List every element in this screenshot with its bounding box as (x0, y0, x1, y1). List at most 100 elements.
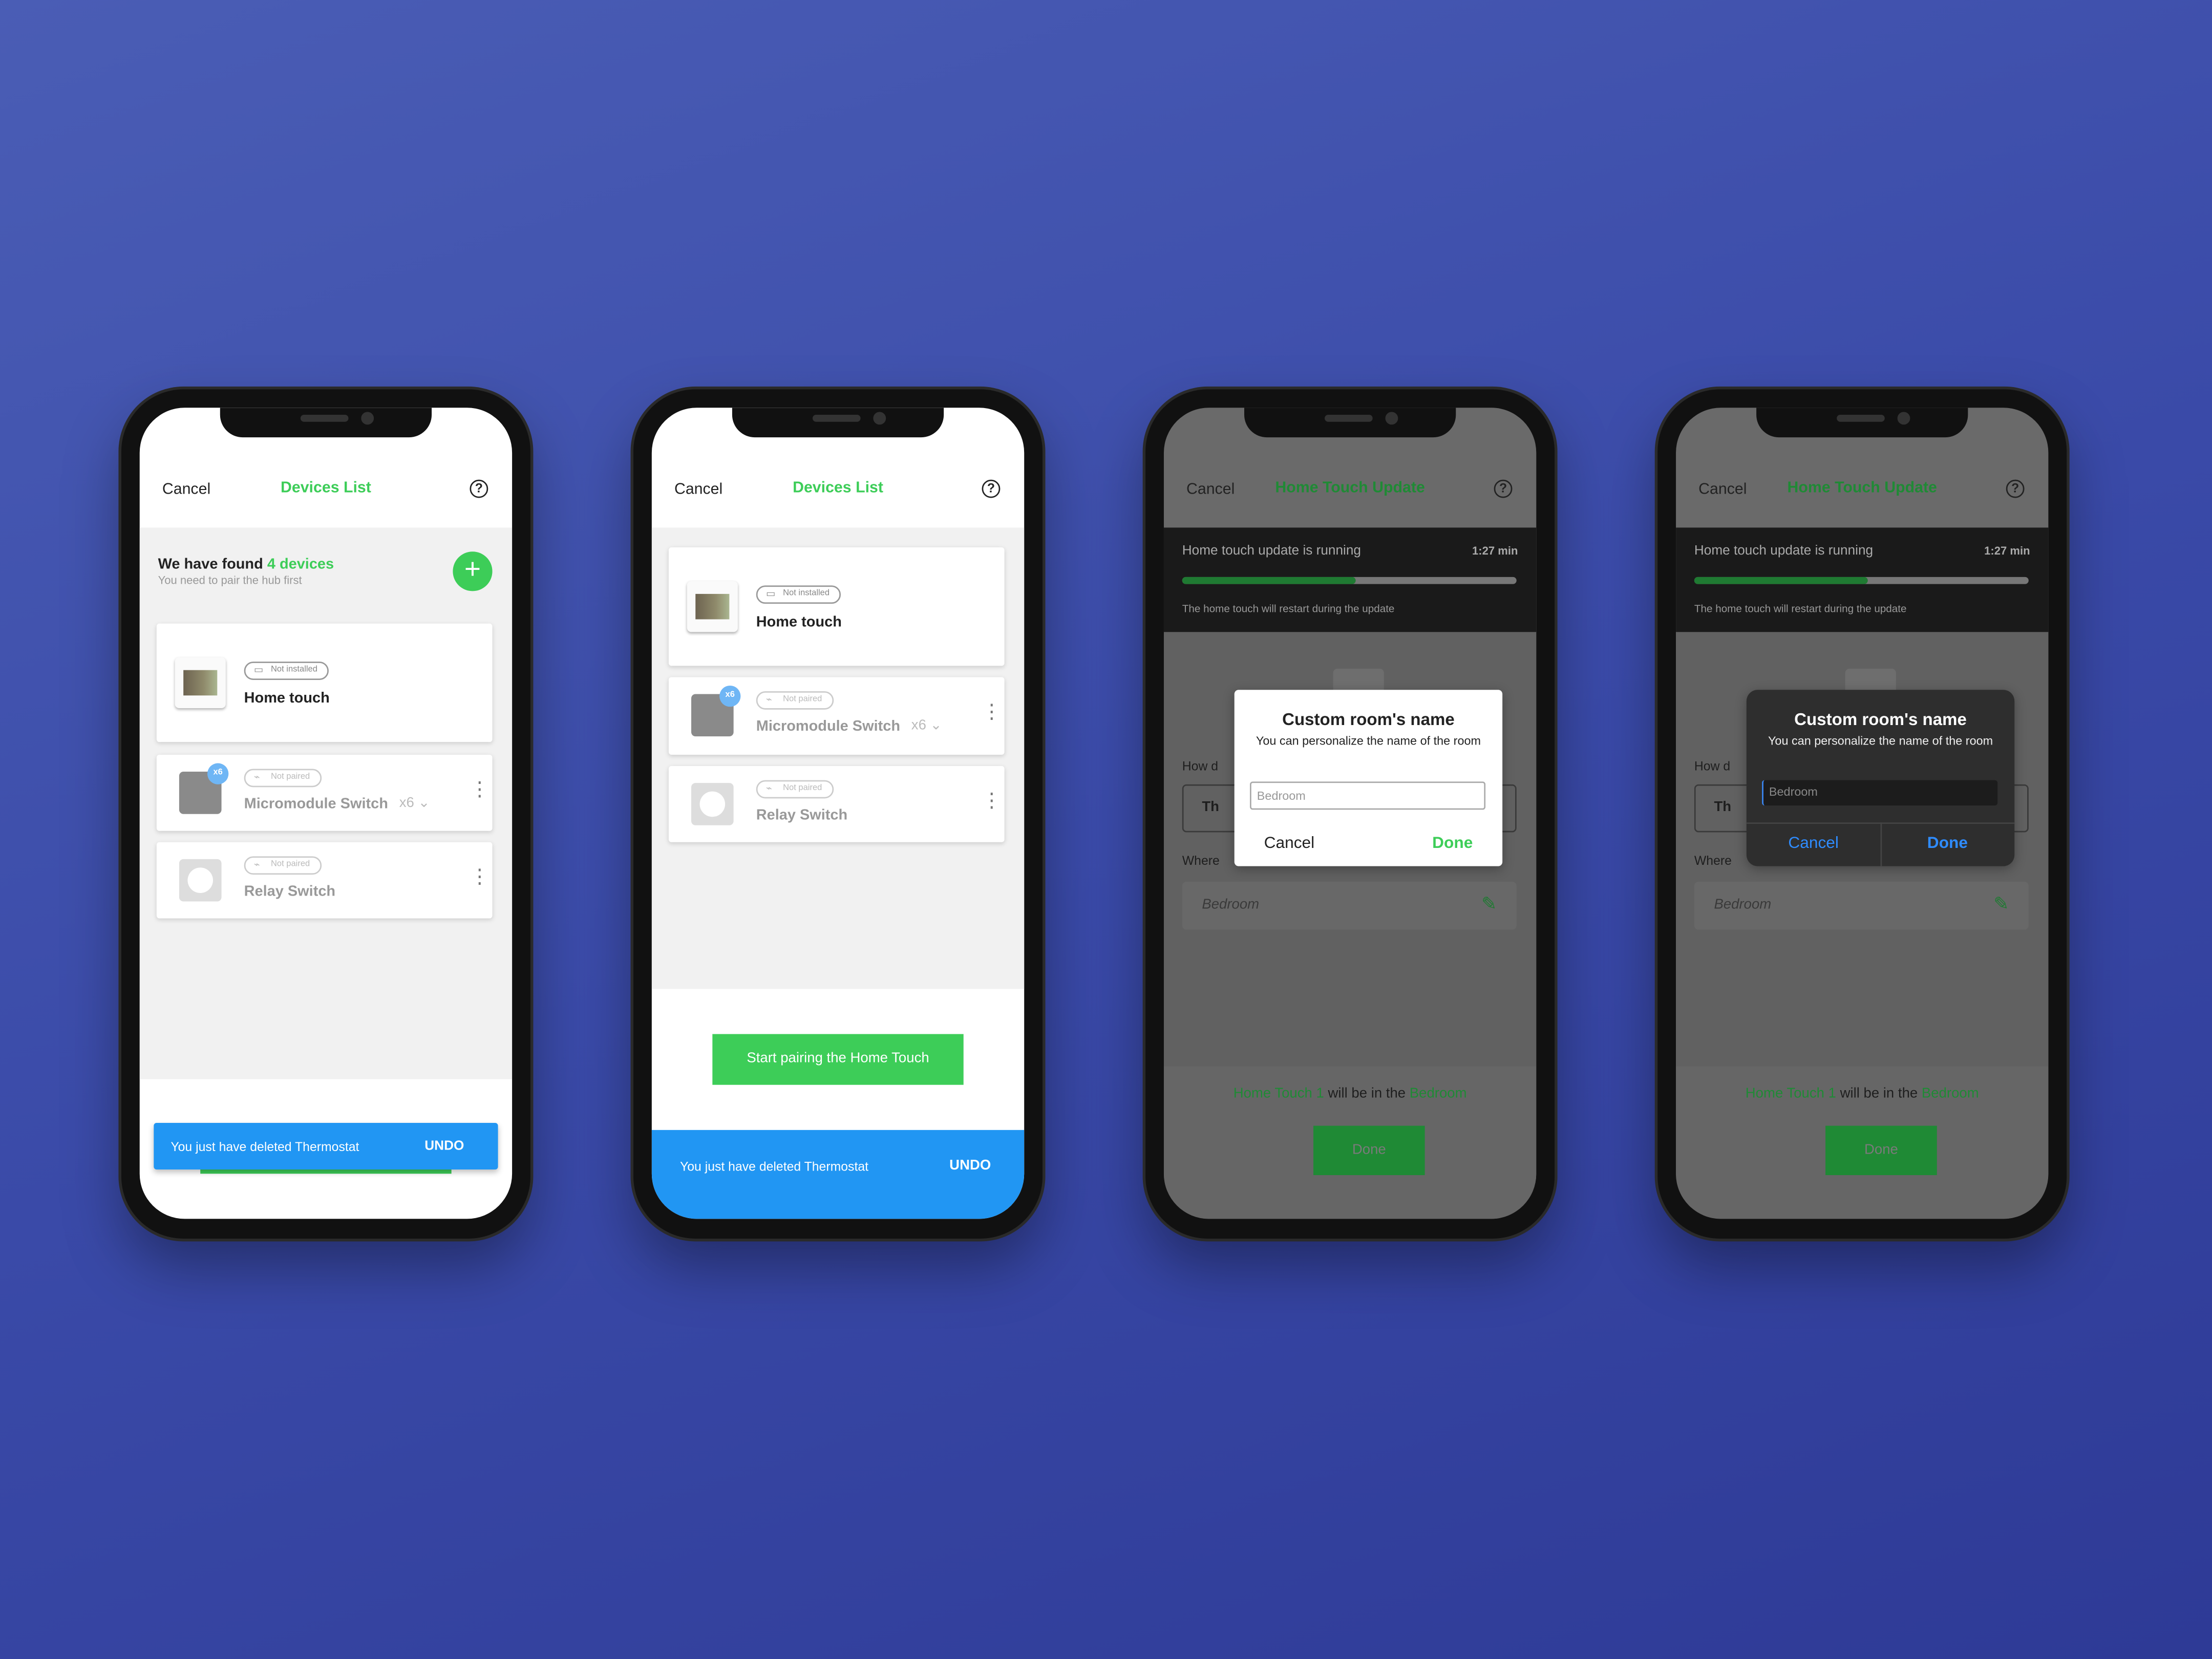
update-note: The home touch will restart during the u… (1694, 602, 1907, 615)
notch (732, 408, 944, 438)
help-icon[interactable]: ? (1494, 479, 1513, 498)
snackbar: You just have deleted Thermostat UNDO (154, 1123, 498, 1169)
page-title: Devices List (280, 479, 371, 497)
phone-devices-list-start-pairing: Cancel Devices List ? ▭ Not installed Hom… (633, 389, 1043, 1239)
device-name: Micromodule Switch (244, 795, 388, 813)
more-options-icon[interactable]: ⋮ (982, 790, 1002, 810)
done-button[interactable]: Done (1313, 1125, 1425, 1175)
more-options-icon[interactable]: ⋮ (470, 866, 490, 886)
room-name-input[interactable]: Bedroom (1762, 780, 1998, 806)
pair-icon: ⌁ (766, 784, 772, 795)
pencil-icon[interactable]: ✎ (1481, 893, 1497, 916)
phone-screen: Cancel Devices List ? ▭ Not installed Hom… (651, 408, 1025, 1219)
pencil-icon[interactable]: ✎ (1993, 893, 2009, 916)
more-options-icon[interactable]: ⋮ (470, 779, 490, 799)
found-prefix: We have found (158, 556, 263, 573)
dialog-done-button[interactable]: Done (1432, 835, 1473, 852)
dialog-subtitle: You can personalize the name of the room (1256, 733, 1481, 748)
summary-device: Home Touch 1 (1745, 1086, 1836, 1102)
room-value: Bedroom (1202, 897, 1260, 913)
notch (220, 408, 432, 438)
summary-room: Bedroom (1921, 1086, 1979, 1102)
status-badge: ▭ Not installed (244, 662, 329, 680)
found-count: 4 devices (267, 556, 334, 573)
wifi-screen-icon: ▭ (766, 589, 776, 600)
update-banner: Home touch update is running 1:27 min Th… (1163, 527, 1537, 632)
chevron-down-icon: ⌄ (930, 718, 942, 734)
help-icon[interactable]: ? (2006, 479, 2025, 498)
status-badge: ⌁ Not paired (756, 780, 834, 799)
device-card-home-touch[interactable]: ▭ Not installed Home touch (668, 547, 1005, 666)
room-name-input[interactable]: Bedroom (1250, 781, 1486, 810)
phone-screen: Cancel Home Touch Update ? Home touch up… (1163, 408, 1537, 1219)
update-message: Home touch update is running (1694, 543, 1874, 559)
room-field[interactable]: Bedroom ✎ (1694, 881, 2029, 930)
device-name: Relay Switch (244, 883, 336, 900)
relay-switch-image (179, 859, 222, 902)
help-icon[interactable]: ? (470, 479, 488, 498)
quantity-badge: x6 (207, 763, 229, 784)
pair-icon: ⌁ (253, 860, 260, 870)
device-name: Relay Switch (756, 806, 848, 824)
device-name-value: Th (1202, 800, 1220, 816)
summary-room: Bedroom (1409, 1086, 1467, 1102)
summary-device: Home Touch 1 (1233, 1086, 1324, 1102)
update-progress-bar (1694, 577, 2029, 584)
dialog-done-button[interactable]: Done (1881, 835, 2015, 852)
phone-update-light-dialog: Cancel Home Touch Update ? Home touch up… (1145, 389, 1555, 1239)
snackbar: You just have deleted Thermostat UNDO (651, 1130, 1025, 1219)
content-area: We have found 4 devices You need to pair… (139, 527, 513, 1079)
found-subtitle: You need to pair the hub first (158, 574, 302, 587)
page-title: Devices List (793, 479, 883, 497)
status-badge: ⌁ Not paired (244, 856, 322, 875)
notch (1756, 408, 1968, 438)
home-touch-image (175, 657, 226, 709)
wifi-screen-icon: ▭ (253, 666, 264, 676)
update-progress-bar (1182, 577, 1517, 584)
custom-room-dialog: Custom room's name You can personalize t… (1746, 690, 2015, 866)
help-icon[interactable]: ? (982, 479, 1001, 498)
update-progress-fill (1182, 577, 1356, 584)
start-pairing-button[interactable]: Start pairing the Home Touch (712, 1034, 964, 1085)
phone-screen: Cancel Home Touch Update ? Home touch up… (1676, 408, 2049, 1219)
summary-middle: will be in the (1840, 1086, 1918, 1102)
device-count[interactable]: x6 ⌄ (399, 796, 430, 811)
page-title: Home Touch Update (1787, 479, 1937, 497)
device-card-relay[interactable]: ⌁ Not paired Relay Switch ⋮ (156, 842, 493, 919)
dialog-title: Custom room's name (1794, 709, 1967, 730)
update-progress-fill (1694, 577, 1868, 584)
undo-button[interactable]: UNDO (949, 1158, 991, 1174)
more-options-icon[interactable]: ⋮ (982, 701, 1002, 721)
how-label: How d (1182, 759, 1219, 773)
dialog-title: Custom room's name (1282, 709, 1455, 730)
mockup-stage: Cancel Devices List ? We have found 4 de… (0, 0, 2212, 1659)
room-field[interactable]: Bedroom ✎ (1182, 881, 1517, 930)
dialog-cancel-button[interactable]: Cancel (1264, 835, 1315, 852)
dialog-cancel-button[interactable]: Cancel (1747, 835, 1881, 852)
quantity-badge: x6 (719, 685, 741, 707)
pair-icon: ⌁ (766, 695, 772, 706)
where-label: Where (1694, 853, 1732, 868)
status-badge: ▭ Not installed (756, 585, 841, 604)
device-card-micromodule[interactable]: x6 ⌁ Not paired Micromodule Switch x6 ⌄ ⋮ (156, 754, 493, 831)
home-touch-image (687, 581, 738, 632)
update-note: The home touch will restart during the u… (1182, 602, 1395, 615)
add-device-button[interactable]: + (453, 551, 493, 591)
how-label: How d (1694, 759, 1731, 773)
snackbar-message: You just have deleted Thermostat (171, 1140, 359, 1154)
device-card-micromodule[interactable]: x6 ⌁ Not paired Micromodule Switch x6 ⌄ ⋮ (668, 677, 1005, 755)
relay-switch-image (691, 783, 734, 825)
device-card-home-touch[interactable]: ▭ Not installed Home touch (156, 623, 493, 742)
device-card-relay[interactable]: ⌁ Not paired Relay Switch ⋮ (668, 766, 1005, 842)
update-message: Home touch update is running (1182, 543, 1361, 559)
done-button[interactable]: Done (1825, 1125, 1937, 1175)
device-name-value: Th (1714, 800, 1732, 816)
plus-icon: + (464, 554, 481, 586)
device-count[interactable]: x6 ⌄ (911, 718, 942, 733)
found-heading: We have found 4 devices (158, 556, 334, 573)
dialog-subtitle: You can personalize the name of the room (1768, 733, 1993, 748)
update-time: 1:27 min (1984, 544, 2030, 558)
undo-button[interactable]: UNDO (424, 1138, 464, 1154)
summary-middle: will be in the (1328, 1086, 1406, 1102)
device-name: Home touch (756, 613, 842, 631)
